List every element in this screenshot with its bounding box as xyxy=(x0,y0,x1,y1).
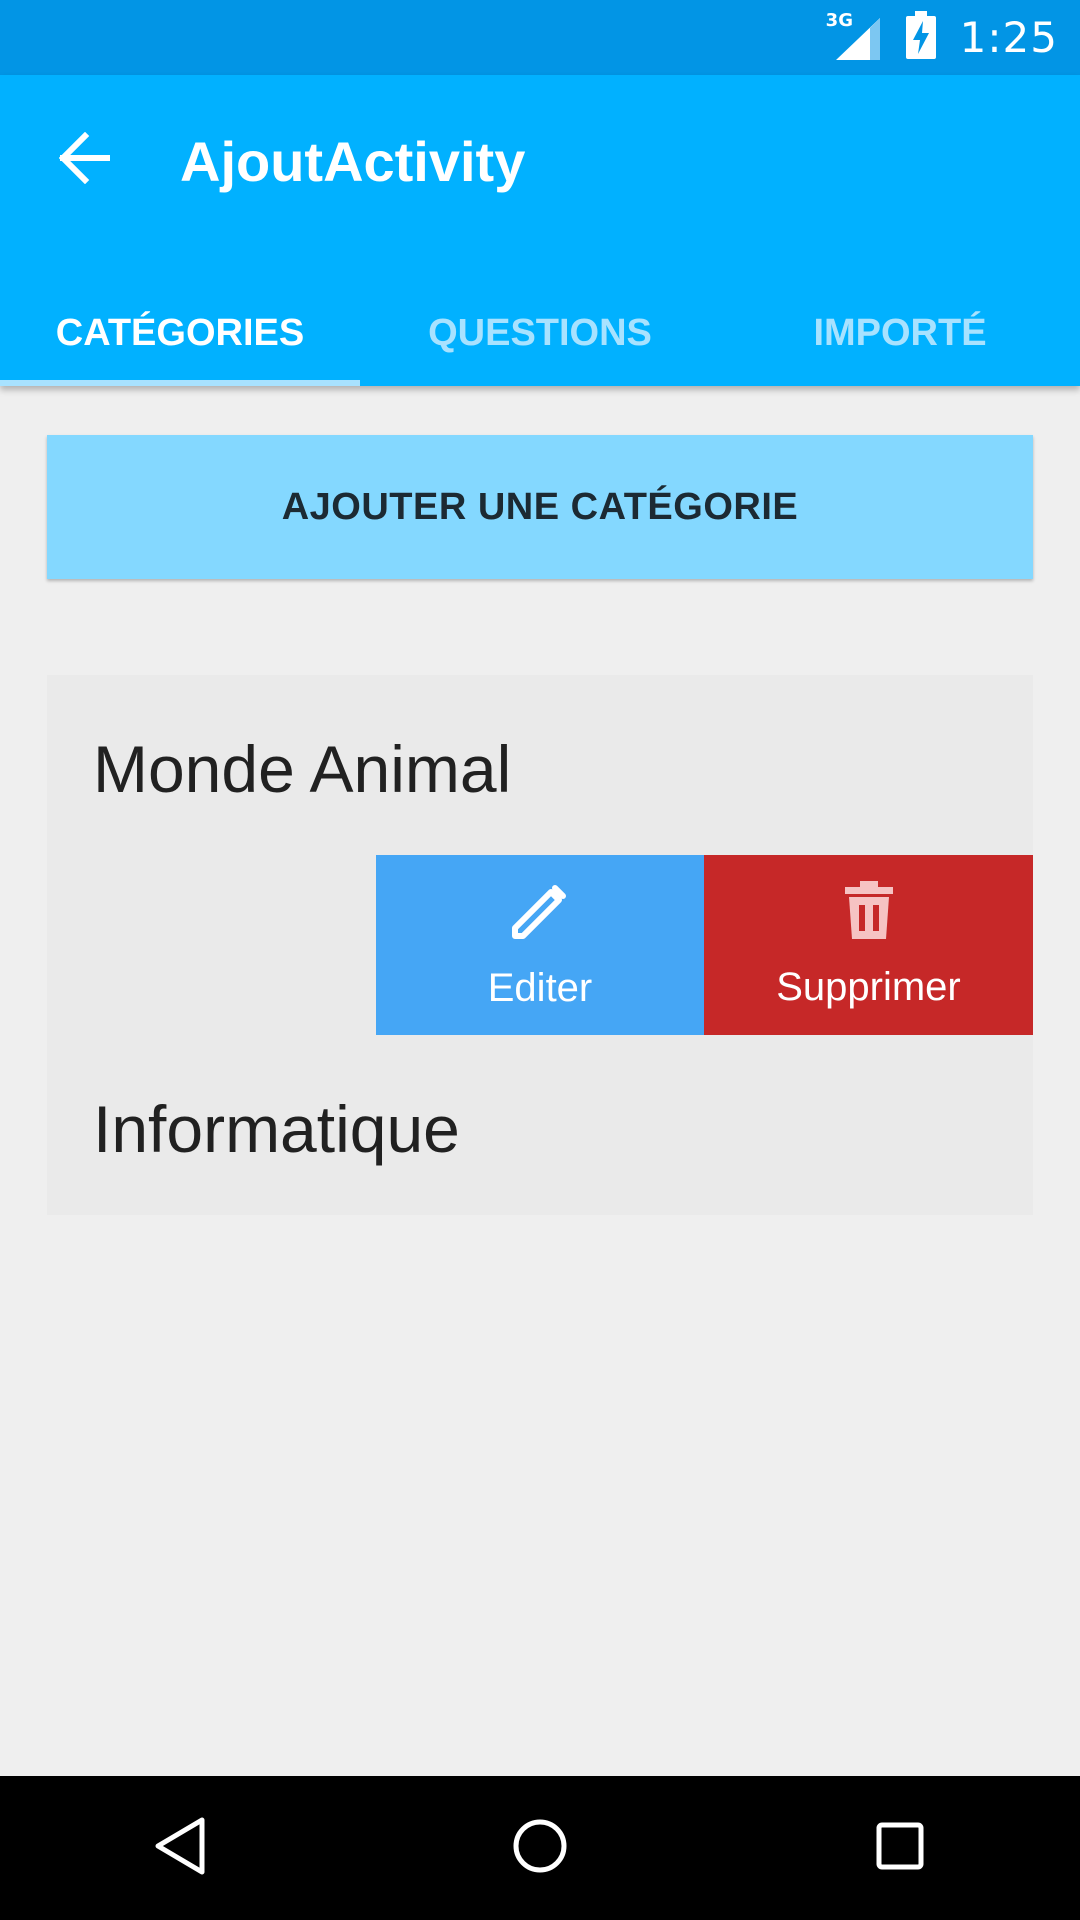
category-name: Informatique xyxy=(93,1092,460,1166)
delete-button[interactable]: Supprimer xyxy=(704,855,1033,1035)
list-item[interactable]: Monde Animal xyxy=(47,675,1033,855)
nav-recents-icon xyxy=(874,1820,926,1877)
network-type-label: 3G xyxy=(825,9,853,31)
screen: 3G 1:25 AjoutActivity CATÉGORIES QUESTIO… xyxy=(0,0,1080,1920)
nav-back-button[interactable] xyxy=(110,1776,250,1920)
tab-importe[interactable]: IMPORTÉ xyxy=(720,280,1080,386)
navigation-bar xyxy=(0,1776,1080,1920)
back-button[interactable] xyxy=(50,125,120,195)
nav-home-button[interactable] xyxy=(470,1776,610,1920)
edit-label: Editer xyxy=(487,965,593,1010)
tab-indicator xyxy=(0,380,360,386)
delete-label: Supprimer xyxy=(776,964,961,1009)
tab-bar: CATÉGORIES QUESTIONS IMPORTÉ xyxy=(0,280,1080,386)
status-time: 1:25 xyxy=(959,13,1058,62)
tab-label: CATÉGORIES xyxy=(55,311,305,354)
swipe-actions: Editer Supprimer xyxy=(376,855,1033,1035)
tab-categories[interactable]: CATÉGORIES xyxy=(0,280,360,386)
app-title: AjoutActivity xyxy=(180,130,526,193)
nav-recents-button[interactable] xyxy=(830,1776,970,1920)
add-category-button[interactable]: AJOUTER UNE CATÉGORIE xyxy=(47,435,1033,579)
battery-charging-icon xyxy=(905,11,936,64)
tab-questions[interactable]: QUESTIONS xyxy=(360,280,720,386)
status-icons: 3G 1:25 xyxy=(826,0,1058,75)
tab-label: QUESTIONS xyxy=(428,311,652,354)
app-bar: AjoutActivity CATÉGORIES QUESTIONS IMPOR… xyxy=(0,75,1080,386)
category-list: Monde Animal Editer Supprimer Informatiq… xyxy=(47,675,1033,1215)
status-bar: 3G 1:25 xyxy=(0,0,1080,75)
nav-back-icon xyxy=(152,1816,208,1881)
edit-button[interactable]: Editer xyxy=(376,855,704,1035)
signal-3g-icon: 3G xyxy=(826,10,882,62)
nav-home-icon xyxy=(510,1816,570,1881)
tab-label: IMPORTÉ xyxy=(813,311,987,354)
category-name: Monde Animal xyxy=(93,732,512,806)
pencil-icon xyxy=(509,880,571,952)
list-item[interactable]: Informatique xyxy=(47,1035,1033,1215)
arrow-back-icon xyxy=(58,131,111,189)
trash-icon xyxy=(844,880,893,951)
